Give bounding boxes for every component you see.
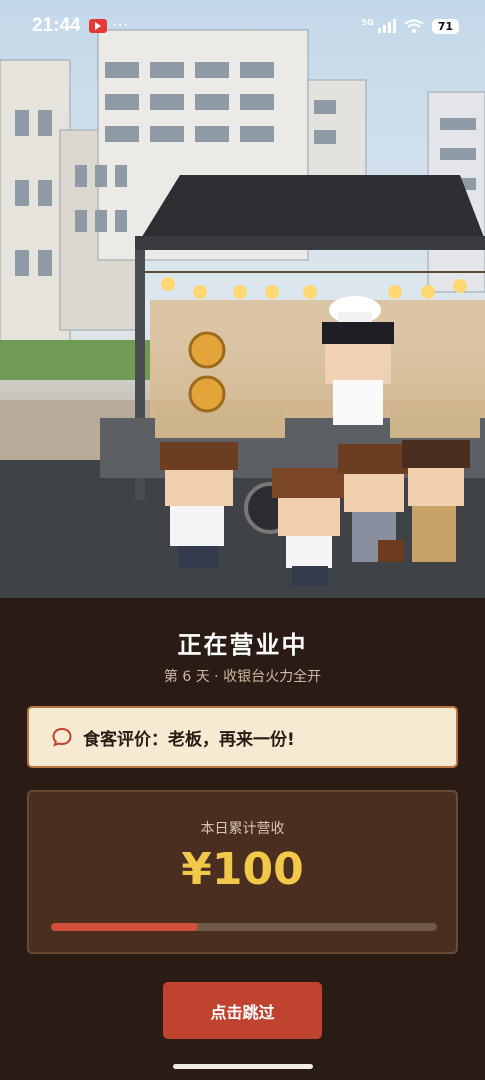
review-text: 食客评价：老板，再来一份! <box>83 729 295 750</box>
wifi-icon <box>404 19 424 33</box>
status-time: 21:44 <box>32 15 81 36</box>
signal-icon <box>377 19 396 33</box>
skip-button[interactable]: 点击跳过 <box>163 982 322 1039</box>
battery-level: 71 <box>431 18 459 34</box>
page-title: 正在营业中 <box>177 631 308 659</box>
screen-record-icon <box>88 19 107 33</box>
street-food-stall-scene <box>0 0 485 598</box>
revenue-progress-fill <box>51 923 198 931</box>
business-status-panel: 正在营业中 第 6 天 · 收银台火力全开 食客评价：老板，再来一份! 本日累计… <box>0 598 485 1080</box>
more-notifications-icon: ··· <box>112 18 129 34</box>
status-bar: 21:44 ··· 5G 71 <box>0 0 485 52</box>
home-indicator[interactable] <box>173 1064 313 1069</box>
revenue-label: 本日累计营收 <box>200 821 285 837</box>
customer-review-banner: 食客评价：老板，再来一份! <box>27 706 458 768</box>
speech-bubble-icon <box>52 727 72 747</box>
game-scene-illustration: 21:44 ··· 5G 71 <box>0 0 485 598</box>
day-subtitle: 第 6 天 · 收银台火力全开 <box>163 669 322 685</box>
revenue-card: 本日累计营收 ¥100 <box>27 790 458 954</box>
revenue-progress-bar <box>51 923 437 931</box>
status-icons: 5G 71 <box>361 17 459 34</box>
network-type: 5G <box>361 17 374 27</box>
revenue-amount: ¥100 <box>181 844 304 895</box>
